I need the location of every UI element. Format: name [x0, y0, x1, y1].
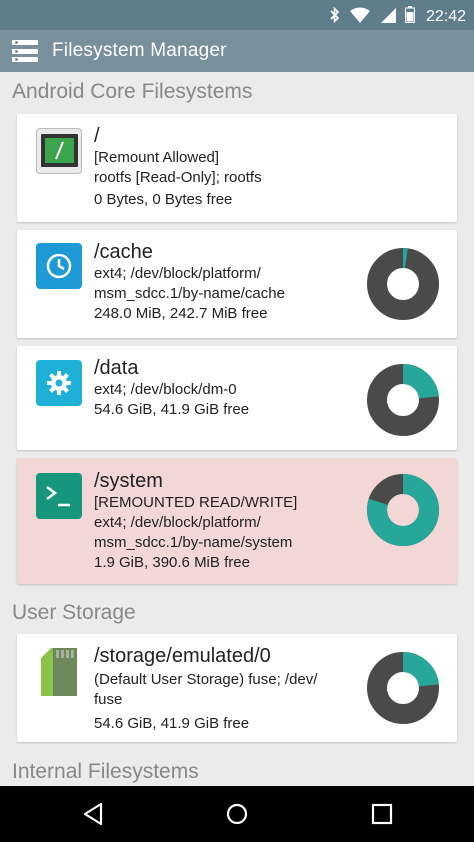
filesystem-device: msm_sdcc.1/by-name/cache: [94, 285, 285, 302]
usage-donut-chart: [367, 652, 439, 724]
filesystem-name: /system: [94, 470, 163, 492]
filesystem-name: /: [94, 125, 100, 147]
filesystem-type: ext4; /dev/block/dm-0: [94, 381, 237, 398]
filesystem-text: /cache ext4; /dev/block/platform/ msm_sd…: [94, 240, 357, 324]
usage-donut-chart: [367, 474, 439, 546]
filesystem-text: /data ext4; /dev/block/dm-0 54.6 GiB, 41…: [94, 356, 357, 420]
filesystem-status: [REMOUNTED READ/WRITE]: [94, 494, 298, 511]
signal-icon: [380, 7, 396, 28]
filesystem-size: 54.6 GiB, 41.9 GiB free: [94, 715, 250, 732]
filesystem-name: /data: [94, 357, 139, 379]
wifi-icon: [349, 7, 371, 28]
usage-donut-chart: [367, 364, 439, 436]
usage-donut-chart: [367, 248, 439, 320]
filesystem-card-data[interactable]: /data ext4; /dev/block/dm-0 54.6 GiB, 41…: [17, 346, 457, 450]
sd-card-icon: [39, 646, 79, 698]
filesystem-card-cache[interactable]: /cache ext4; /dev/block/platform/ msm_sd…: [17, 230, 457, 338]
filesystem-size: 1.9 GiB, 390.6 MiB free: [94, 554, 250, 571]
filesystem-card-root[interactable]: / [Remount Allowed] rootfs [Read-Only]; …: [17, 114, 457, 222]
filesystem-text: /system [REMOUNTED READ/WRITE] ext4; /de…: [94, 469, 357, 573]
home-icon[interactable]: [226, 802, 248, 831]
menu-icon[interactable]: [12, 40, 38, 62]
section-header-user: User Storage: [12, 601, 136, 624]
filesystem-name: /storage/emulated/0: [94, 645, 271, 667]
battery-icon: [404, 6, 415, 28]
filesystem-device: fuse: [94, 691, 123, 708]
filesystem-type: ext4; /dev/block/platform/: [94, 514, 261, 531]
shell-icon: [36, 473, 82, 519]
filesystem-name: /cache: [94, 241, 153, 263]
app-bar: Filesystem Manager: [0, 30, 474, 72]
status-bar: 22:42: [0, 0, 474, 30]
filesystem-type: (Default User Storage) fuse; /dev/: [94, 671, 318, 688]
filesystem-type: ext4; /dev/block/platform/: [94, 265, 261, 282]
filesystem-type: rootfs [Read-Only]; rootfs: [94, 169, 262, 186]
filesystem-card-system[interactable]: /system [REMOUNTED READ/WRITE] ext4; /de…: [17, 458, 457, 584]
section-header-core: Android Core Filesystems: [12, 80, 253, 103]
filesystem-text: / [Remount Allowed] rootfs [Read-Only]; …: [94, 124, 357, 210]
filesystem-size: 54.6 GiB, 41.9 GiB free: [94, 401, 250, 418]
terminal-icon: [36, 128, 82, 174]
filesystem-card-storage[interactable]: /storage/emulated/0 (Default User Storag…: [17, 634, 457, 742]
app-title: Filesystem Manager: [52, 40, 227, 61]
filesystem-device: msm_sdcc.1/by-name/system: [94, 534, 293, 551]
gear-icon: [36, 360, 82, 406]
back-icon[interactable]: [82, 802, 104, 831]
navigation-bar: [0, 786, 474, 842]
section-header-internal: Internal Filesystems: [12, 760, 199, 783]
filesystem-text: /storage/emulated/0 (Default User Storag…: [94, 644, 357, 734]
filesystem-size: 0 Bytes, 0 Bytes free: [94, 191, 233, 208]
clock-icon: [36, 243, 82, 289]
status-clock: 22:42: [425, 8, 466, 25]
recents-icon[interactable]: [371, 802, 393, 831]
filesystem-size: 248.0 MiB, 242.7 MiB free: [94, 305, 268, 322]
bluetooth-icon: [329, 6, 340, 28]
filesystem-status: [Remount Allowed]: [94, 149, 220, 166]
